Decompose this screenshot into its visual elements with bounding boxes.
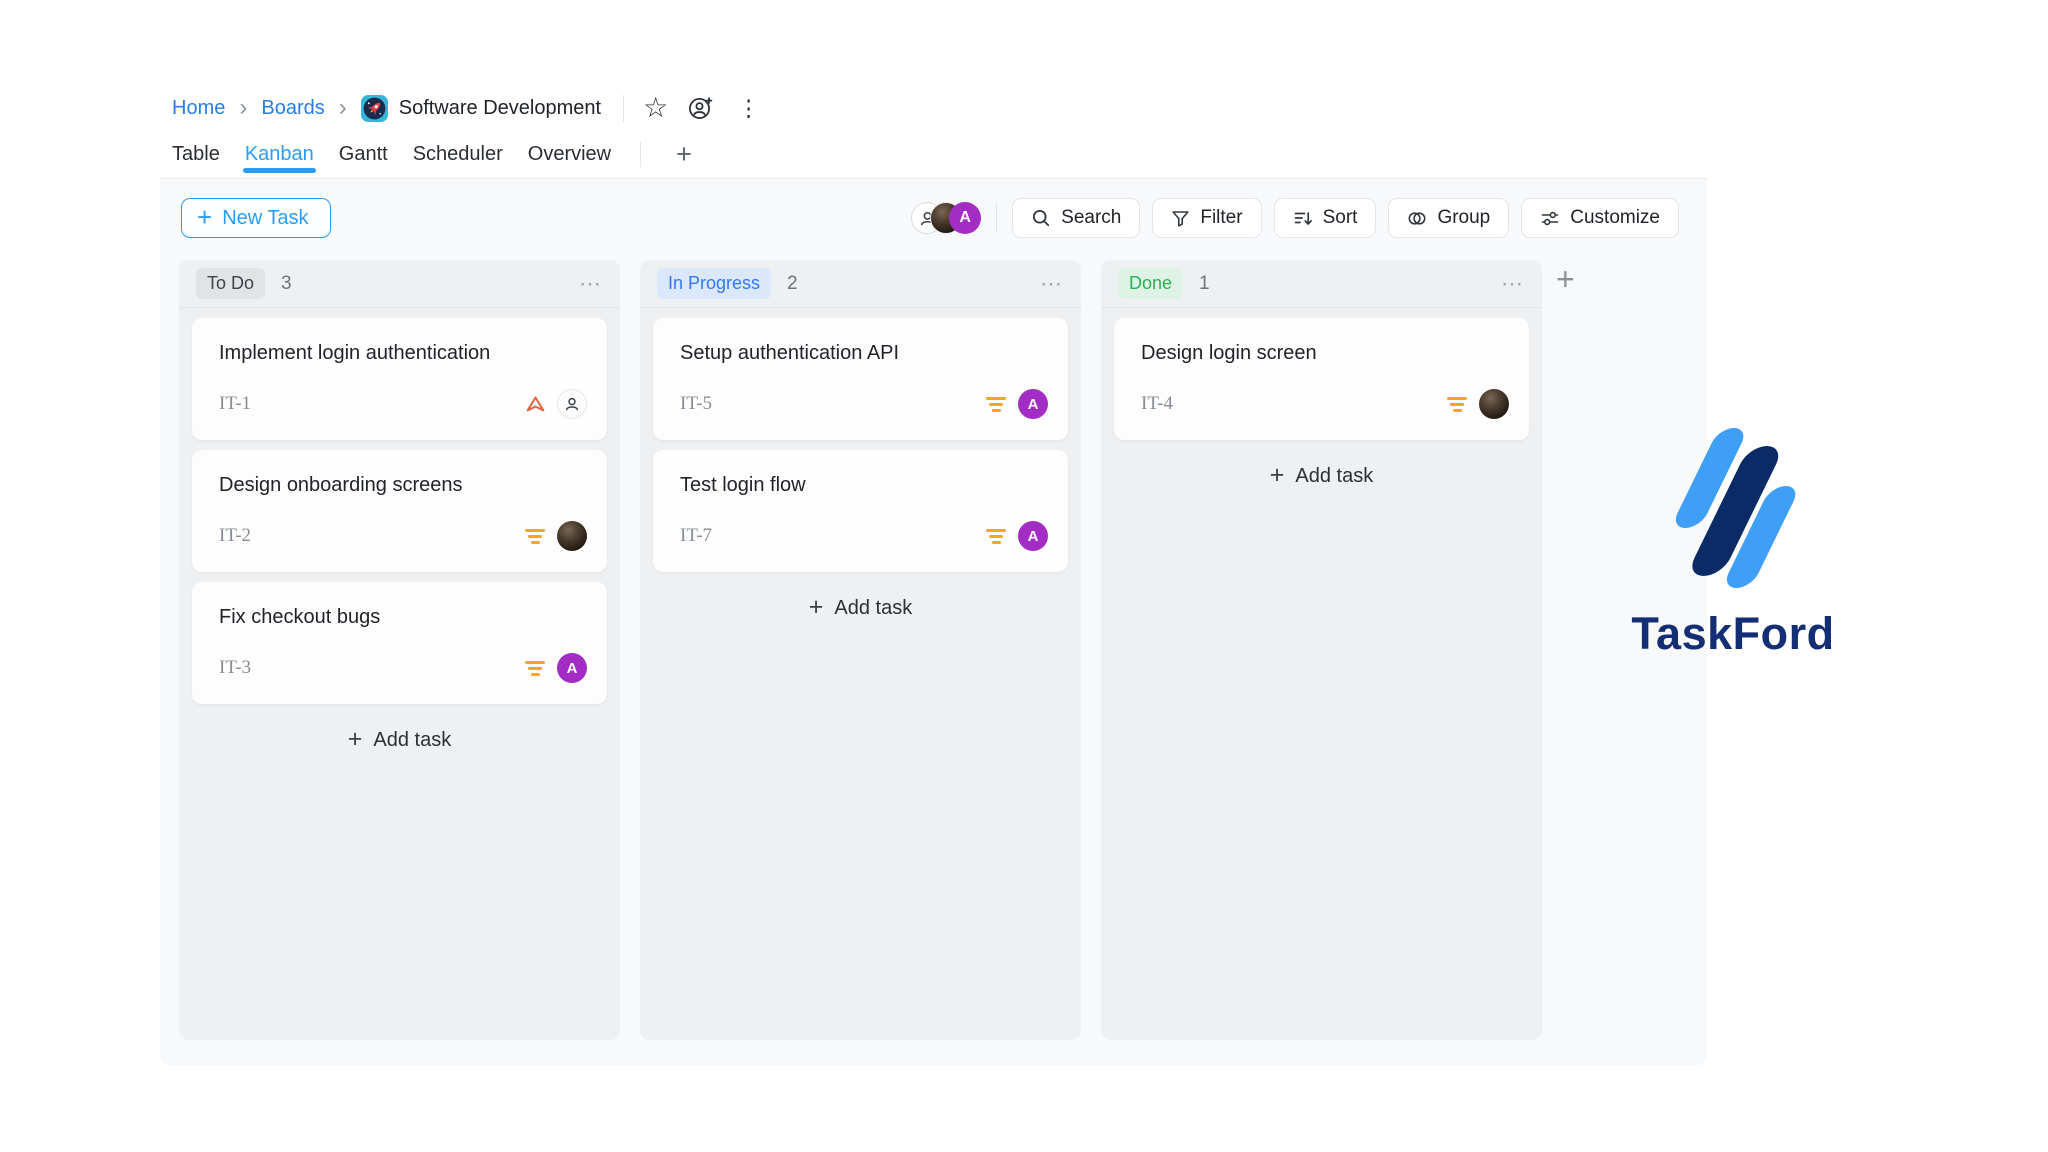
board-toolbar: + New Task A <box>181 198 1679 238</box>
sort-icon <box>1293 209 1313 228</box>
search-icon <box>1031 208 1051 228</box>
divider <box>996 203 997 233</box>
task-id: IT-2 <box>219 525 251 547</box>
plus-icon: + <box>809 593 824 622</box>
task-card[interactable]: Design login screen IT-4 <box>1114 318 1529 440</box>
toolbar-buttons: Search Filter Sort <box>1012 198 1679 238</box>
divider <box>640 142 641 167</box>
column-count: 1 <box>1199 273 1210 295</box>
priority-medium-icon <box>985 529 1007 544</box>
priority-high-icon <box>525 395 546 413</box>
customize-sliders-icon <box>1540 209 1560 228</box>
chevron-right-icon: › <box>339 96 347 120</box>
board-title: Software Development <box>399 97 601 120</box>
page: Home › Boards › <box>0 0 2048 1152</box>
divider <box>623 95 624 122</box>
customize-button[interactable]: Customize <box>1521 198 1679 238</box>
task-card[interactable]: Test login flow IT-7 A <box>653 450 1068 572</box>
tab-kanban[interactable]: Kanban <box>245 131 314 178</box>
column-menu-icon[interactable]: ⋯ <box>1501 271 1525 297</box>
add-view-plus-icon[interactable]: + <box>672 139 696 170</box>
assignee-photo-avatar <box>557 521 587 551</box>
breadcrumb: Home › Boards › <box>160 85 1707 131</box>
member-avatars[interactable]: A <box>911 202 981 234</box>
app-panel: Home › Boards › <box>160 85 1707 1065</box>
assignee-a-avatar: A <box>557 653 587 683</box>
breadcrumb-boards-link[interactable]: Boards <box>261 97 324 120</box>
taskford-wordmark: TaskFord <box>1631 608 1834 660</box>
column-count: 3 <box>281 273 292 295</box>
unassigned-avatar <box>557 389 587 419</box>
task-id: IT-1 <box>219 393 251 415</box>
filter-icon <box>1171 209 1190 228</box>
column-status-badge: To Do <box>196 268 265 299</box>
task-card[interactable]: Implement login authentication IT-1 <box>192 318 607 440</box>
new-task-button[interactable]: + New Task <box>181 198 331 238</box>
assignee-a-avatar: A <box>1018 389 1048 419</box>
column-header: To Do 3 ⋯ <box>179 260 620 308</box>
taskford-logo: TaskFord <box>1622 424 1844 660</box>
more-options-icon[interactable]: ⋮ <box>731 95 766 122</box>
board-rocket-icon <box>361 95 388 122</box>
column-count: 2 <box>787 273 798 295</box>
plus-icon: + <box>348 725 363 754</box>
breadcrumb-home-link[interactable]: Home <box>172 97 225 120</box>
task-card[interactable]: Fix checkout bugs IT-3 A <box>192 582 607 704</box>
tab-table[interactable]: Table <box>172 131 220 178</box>
column-menu-icon[interactable]: ⋯ <box>1040 271 1064 297</box>
task-title: Design onboarding screens <box>219 474 587 497</box>
task-id: IT-5 <box>680 393 712 415</box>
tab-gantt[interactable]: Gantt <box>339 131 388 178</box>
tab-scheduler[interactable]: Scheduler <box>413 131 503 178</box>
priority-medium-icon <box>524 529 546 544</box>
task-title: Design login screen <box>1141 342 1509 365</box>
column-cards: Implement login authentication IT-1 <box>179 308 620 766</box>
person-icon <box>564 396 580 412</box>
search-button[interactable]: Search <box>1012 198 1140 238</box>
task-card[interactable]: Setup authentication API IT-5 A <box>653 318 1068 440</box>
column-cards: Design login screen IT-4 + A <box>1101 308 1542 502</box>
priority-medium-icon <box>985 397 1007 412</box>
taskford-logo-mark <box>1653 424 1813 592</box>
add-task-button[interactable]: + Add task <box>653 582 1068 634</box>
task-id: IT-4 <box>1141 393 1173 415</box>
group-icon <box>1407 209 1427 228</box>
column-status-badge: In Progress <box>657 268 771 299</box>
group-button[interactable]: Group <box>1388 198 1509 238</box>
priority-medium-icon <box>524 661 546 676</box>
plus-icon: + <box>1270 461 1285 490</box>
task-id: IT-7 <box>680 525 712 547</box>
add-task-button[interactable]: + Add task <box>1114 450 1529 502</box>
task-card[interactable]: Design onboarding screens IT-2 <box>192 450 607 572</box>
column-menu-icon[interactable]: ⋯ <box>579 271 603 297</box>
add-column-plus-icon[interactable]: + <box>1556 263 1575 295</box>
task-title: Setup authentication API <box>680 342 1048 365</box>
favorite-star-icon[interactable]: ☆ <box>643 94 668 122</box>
column-header: Done 1 ⋯ <box>1101 260 1542 308</box>
column-header: In Progress 2 ⋯ <box>640 260 1081 308</box>
priority-medium-icon <box>1446 397 1468 412</box>
add-task-button[interactable]: + Add task <box>192 714 607 766</box>
task-title: Test login flow <box>680 474 1048 497</box>
tab-overview[interactable]: Overview <box>528 131 611 178</box>
column-status-badge: Done <box>1118 268 1183 299</box>
task-title: Implement login authentication <box>219 342 587 365</box>
assignee-a-avatar: A <box>1018 521 1048 551</box>
user-a-avatar: A <box>949 202 981 234</box>
task-id: IT-3 <box>219 657 251 679</box>
sort-button[interactable]: Sort <box>1274 198 1377 238</box>
kanban-board: + New Task A <box>160 179 1707 1065</box>
invite-user-icon[interactable] <box>687 95 714 122</box>
columns-row: To Do 3 ⋯ Implement login authentication… <box>179 260 1542 1040</box>
plus-icon: + <box>197 204 212 230</box>
view-tabs: Table Kanban Gantt Scheduler Overview + <box>160 131 1707 179</box>
column-done: Done 1 ⋯ Design login screen IT-4 <box>1101 260 1542 1040</box>
chevron-right-icon: › <box>239 96 247 120</box>
column-cards: Setup authentication API IT-5 A Test log… <box>640 308 1081 634</box>
filter-button[interactable]: Filter <box>1152 198 1261 238</box>
assignee-photo-avatar <box>1479 389 1509 419</box>
task-title: Fix checkout bugs <box>219 606 587 629</box>
column-todo: To Do 3 ⋯ Implement login authentication… <box>179 260 620 1040</box>
column-in-progress: In Progress 2 ⋯ Setup authentication API… <box>640 260 1081 1040</box>
